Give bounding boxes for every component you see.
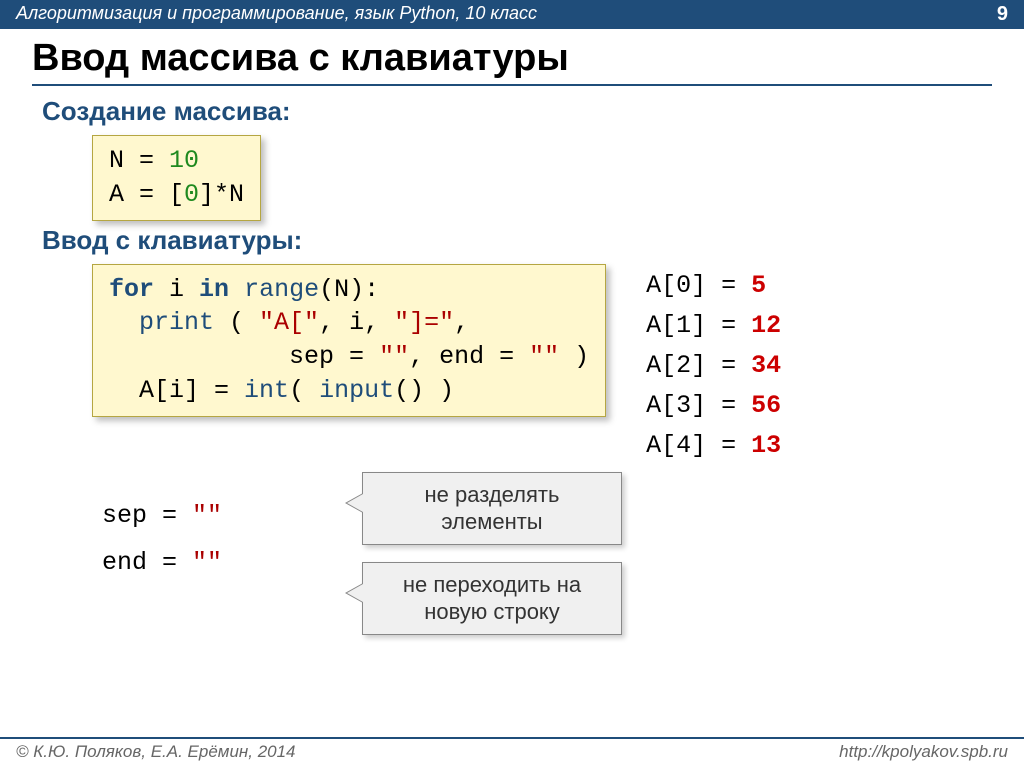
page-number: 9 — [997, 3, 1008, 26]
code-create-array: N = 10 A = [0]*N — [92, 135, 261, 221]
output-row: A[0] = 5 — [646, 266, 781, 306]
output-row: A[4] = 13 — [646, 426, 781, 466]
output-row: A[2] = 34 — [646, 346, 781, 386]
output-row: A[1] = 12 — [646, 306, 781, 346]
site-url: http://kpolyakov.spb.ru — [839, 742, 1008, 762]
callout-sep: не разделять элементы — [362, 472, 622, 545]
callout-pointer-icon — [345, 493, 363, 513]
copyright: © К.Ю. Поляков, Е.А. Ерёмин, 2014 — [16, 742, 296, 762]
output-row: A[3] = 56 — [646, 386, 781, 426]
section-create: Создание массива: — [42, 96, 992, 127]
header-bar: Алгоритмизация и программирование, язык … — [0, 0, 1024, 29]
section-input: Ввод с клавиатуры: — [42, 225, 992, 256]
callout-pointer-icon — [345, 583, 363, 603]
footer-bar: © К.Ю. Поляков, Е.А. Ерёмин, 2014 http:/… — [0, 737, 1024, 768]
course-title: Алгоритмизация и программирование, язык … — [16, 3, 537, 26]
code-input-loop: for i in range(N): print ( "A[", i, "]="… — [92, 264, 606, 417]
page-title: Ввод массива с клавиатуры — [32, 37, 992, 86]
slide-content: Ввод массива с клавиатуры Создание масси… — [0, 29, 1024, 587]
callout-end: не переходить на новую строку — [362, 562, 622, 635]
params-explain: sep = "" end = "" не разделять элементы … — [102, 492, 992, 587]
sample-output: A[0] = 5 A[1] = 12 A[2] = 34 A[3] = 56 A… — [646, 266, 781, 466]
